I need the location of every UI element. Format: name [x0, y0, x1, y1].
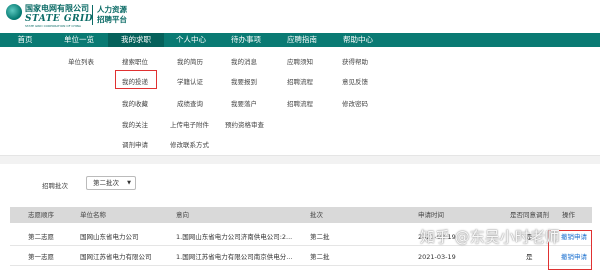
cell-batch: 第二批 [310, 253, 330, 261]
th-adjust: 是否同意调剂 [510, 211, 549, 219]
logo-divider [92, 5, 93, 25]
menu-search-jobs[interactable]: 搜索职位 [122, 56, 148, 66]
cell-intent: 1.国网江苏省电力有限公司南京供电分... [176, 253, 293, 261]
menu-upload-attachment[interactable]: 上传电子附件 [170, 119, 209, 129]
nav-todo[interactable]: 待办事项 [218, 33, 274, 47]
menu-report[interactable]: 我要报到 [231, 76, 257, 86]
menu-score-query[interactable]: 成绩查询 [177, 98, 203, 108]
main-nav: 首页 单位一览 我的求职 个人中心 待办事项 应聘指南 帮助中心 [0, 33, 600, 47]
cell-unit: 国网山东省电力公司 [80, 233, 139, 241]
dropdown-menu: 单位列表 搜索职位 我的投递 我的收藏 我的关注 调剂申请 我的简历 学籍认证 … [0, 47, 600, 156]
org-name-en: STATE GRID [25, 14, 94, 24]
th-batch: 批次 [310, 211, 323, 219]
menu-my-favorites[interactable]: 我的收藏 [122, 98, 148, 108]
menu-feedback[interactable]: 意见反馈 [342, 76, 368, 86]
batch-label: 招聘批次 [42, 182, 68, 190]
menu-settle[interactable]: 我要落户 [231, 98, 257, 108]
menu-my-resume[interactable]: 我的简历 [177, 56, 203, 66]
th-order: 志愿顺序 [28, 211, 54, 219]
caret-down-icon: ▼ [127, 180, 131, 186]
nav-personal-center[interactable]: 个人中心 [164, 33, 218, 47]
cell-batch: 第二批 [310, 233, 330, 241]
logo-text: 国家电网有限公司 STATE GRID STATE GRID CORPORATI… [25, 3, 93, 28]
site-header: 国家电网有限公司 STATE GRID STATE GRID CORPORATI… [0, 0, 600, 33]
watermark: 知乎 @东吴小时老师 [420, 228, 560, 246]
batch-select[interactable]: 第二批次 ▼ [86, 176, 136, 190]
org-name-sub: STATE GRID CORPORATION OF CHINA [25, 24, 81, 28]
nav-units[interactable]: 单位一览 [50, 33, 108, 47]
nav-home[interactable]: 首页 [0, 33, 50, 47]
th-intent: 意向 [176, 211, 189, 219]
menu-get-help[interactable]: 获得帮助 [342, 56, 368, 66]
cell-apply-time: 2021-03-19 [418, 253, 456, 261]
org-name-cn: 国家电网有限公司 [25, 4, 89, 13]
menu-recruit-flow-2[interactable]: 招聘流程 [287, 98, 313, 108]
menu-adjust-apply[interactable]: 调剂申请 [122, 139, 148, 149]
cell-order: 第一志愿 [28, 253, 54, 261]
table-row: 第一志愿 国网江苏省电力有限公司 1.国网江苏省电力有限公司南京供电分... 第… [10, 248, 592, 266]
batch-select-value: 第二批次 [93, 179, 119, 187]
platform-line2: 招聘平台 [97, 15, 127, 24]
nav-my-jobs[interactable]: 我的求职 [108, 33, 164, 47]
cell-order: 第二志愿 [28, 233, 54, 241]
table-header: 志愿顺序 单位名称 意向 批次 申请时间 是否同意调剂 操作 [10, 207, 592, 223]
cell-unit: 国网江苏省电力有限公司 [80, 253, 152, 261]
menu-apply-notice[interactable]: 应聘须知 [287, 56, 313, 66]
cell-adjust: 是 [526, 253, 533, 261]
menu-unit-list[interactable]: 单位列表 [68, 56, 94, 66]
menu-change-password: 修改密码 [342, 100, 368, 108]
section-divider [0, 156, 600, 164]
cell-intent: 1.国网山东省电力公司济南供电公司:2... [176, 233, 293, 241]
menu-book-review[interactable]: 预约资格审查 [225, 119, 264, 129]
platform-name: 人力资源 招聘平台 [97, 5, 127, 25]
menu-edit-contact[interactable]: 修改联系方式 [170, 139, 209, 149]
menu-recruit-flow[interactable]: 招聘流程 [287, 76, 313, 86]
nav-guide[interactable]: 应聘指南 [274, 33, 330, 47]
menu-my-messages[interactable]: 我的消息 [231, 56, 257, 66]
state-grid-logo-icon [6, 4, 22, 20]
th-action: 操作 [562, 211, 575, 219]
th-apply-time: 申请时间 [418, 211, 444, 219]
menu-my-follows[interactable]: 我的关注 [122, 119, 148, 129]
nav-help[interactable]: 帮助中心 [330, 33, 386, 47]
highlight-my-applications [115, 70, 157, 89]
platform-line1: 人力资源 [97, 5, 127, 14]
menu-student-status[interactable]: 学籍认证 [177, 76, 203, 86]
th-unit: 单位名称 [80, 211, 106, 219]
